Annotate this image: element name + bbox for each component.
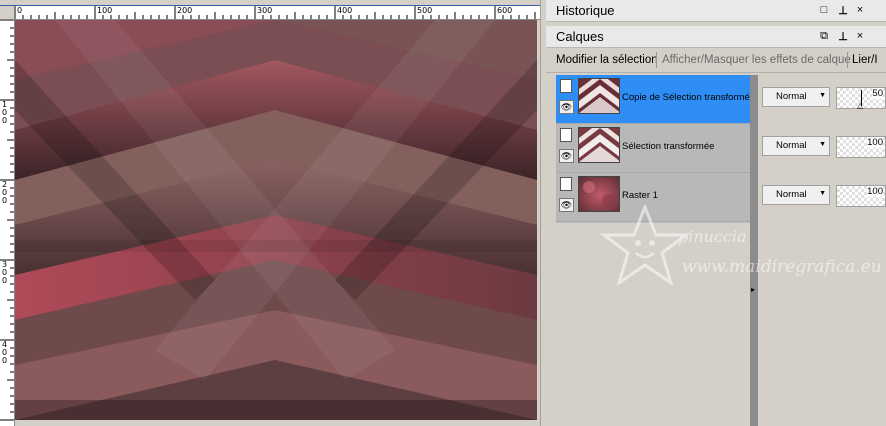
- dropdown-arrow-icon: ▼: [819, 92, 826, 99]
- layers-splitter[interactable]: ▸: [750, 75, 758, 426]
- close-icon[interactable]: ×: [854, 30, 866, 42]
- layer-properties-row: Normal ▼ 100: [760, 174, 886, 207]
- opacity-slider[interactable]: 100: [836, 185, 886, 207]
- dropdown-arrow-icon: ▼: [819, 141, 826, 148]
- toggle-layer-effects-button[interactable]: Afficher/Masquer les effets de calque: [662, 54, 851, 66]
- layers-panel-title: Calques: [556, 29, 604, 44]
- edit-selection-button[interactable]: Modifier la sélection: [556, 54, 658, 66]
- blend-mode-select[interactable]: Normal ▼: [762, 185, 830, 205]
- opacity-value: 100: [867, 137, 883, 148]
- layer-thumbnail: [578, 127, 620, 163]
- layers-empty-area: [556, 223, 750, 426]
- history-panel-title: Historique: [556, 3, 615, 18]
- ruler-ticks: [14, 6, 536, 19]
- ruler-ticks: [0, 19, 14, 421]
- layers-list: 👁 Copie de Sélection transformée 👁 Sélec…: [556, 75, 755, 223]
- document-window: 0 100 200 300 400 500 600 1 0 0 2 0 0 3 …: [0, 0, 540, 426]
- toolbar-divider: [847, 52, 848, 68]
- blend-mode-select[interactable]: Normal ▼: [762, 136, 830, 156]
- blend-mode-value: Normal: [776, 189, 807, 200]
- dock-icon[interactable]: ⧉: [818, 30, 830, 43]
- layer-mask-icon[interactable]: [560, 177, 572, 191]
- restore-icon[interactable]: □: [818, 4, 830, 16]
- image-canvas[interactable]: [15, 20, 537, 420]
- layer-properties-row: Normal ▼ 100: [760, 125, 886, 158]
- eye-icon[interactable]: 👁: [559, 100, 574, 114]
- toolbar-divider: [656, 52, 657, 68]
- layer-thumbnail: [578, 78, 620, 114]
- layer-name[interactable]: Raster 1: [622, 190, 658, 201]
- layer-name[interactable]: Sélection transformée: [622, 141, 714, 152]
- expand-arrow-icon[interactable]: ▸: [751, 285, 755, 294]
- layer-row[interactable]: 👁 Sélection transformée: [556, 124, 752, 173]
- pin-icon[interactable]: ⊥: [837, 30, 849, 43]
- layers-panel-header: Calques ⧉ ⊥ ×: [546, 26, 886, 48]
- layer-row[interactable]: 👁 Copie de Sélection transformée: [556, 75, 755, 124]
- chevron-artwork: [15, 20, 537, 420]
- layer-name[interactable]: Copie de Sélection transformée: [622, 92, 755, 103]
- opacity-slider[interactable]: 100: [836, 136, 886, 158]
- blend-mode-value: Normal: [776, 140, 807, 151]
- layers-toolbar: Modifier la sélection Afficher/Masquer l…: [546, 49, 886, 73]
- layer-row[interactable]: 👁 Raster 1: [556, 173, 752, 222]
- slider-thumb-icon[interactable]: △: [857, 102, 863, 110]
- blend-mode-select[interactable]: Normal ▼: [762, 87, 830, 107]
- layer-properties-row: Normal ▼ △ 50: [760, 76, 886, 110]
- dropdown-arrow-icon: ▼: [819, 190, 826, 197]
- history-panel-header: Historique □ ⊥ ×: [546, 0, 886, 22]
- horizontal-ruler: 0 100 200 300 400 500 600: [14, 6, 540, 20]
- opacity-value: 100: [867, 186, 883, 197]
- eye-icon[interactable]: 👁: [559, 149, 574, 163]
- layer-mask-icon[interactable]: [560, 128, 572, 142]
- close-icon[interactable]: ×: [854, 4, 866, 16]
- opacity-slider[interactable]: △ 50: [836, 87, 886, 110]
- right-panels: Historique □ ⊥ × Calques ⧉ ⊥ × Modifier …: [546, 0, 886, 426]
- link-layers-button[interactable]: Lier/I: [852, 54, 878, 66]
- opacity-value: 50: [872, 88, 883, 99]
- eye-icon[interactable]: 👁: [559, 198, 574, 212]
- pin-icon[interactable]: ⊥: [837, 4, 849, 17]
- blend-mode-value: Normal: [776, 91, 807, 102]
- layer-mask-icon[interactable]: [560, 79, 572, 93]
- layer-thumbnail: [578, 176, 620, 212]
- vertical-ruler: 1 0 0 2 0 0 3 0 0 4 0 0: [0, 19, 15, 426]
